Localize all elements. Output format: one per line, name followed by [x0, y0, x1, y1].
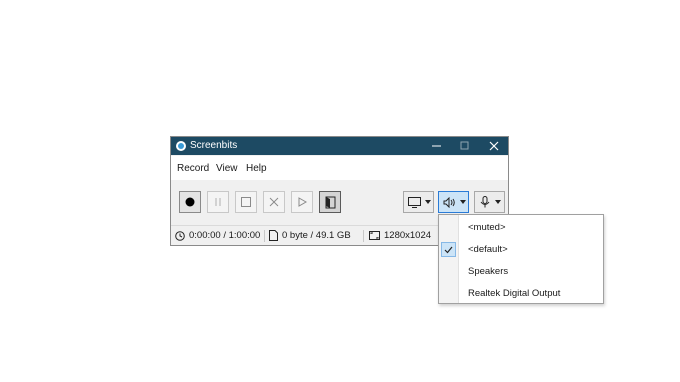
open-folder-button[interactable]	[319, 191, 341, 213]
status-separator	[363, 230, 364, 242]
audio-output-menu: <muted> <default> Speakers Realtek Digit…	[438, 214, 604, 304]
screen-source-dropdown[interactable]	[403, 191, 434, 213]
audio-option-speakers[interactable]: Speakers	[439, 261, 603, 283]
menu-view[interactable]: View	[216, 163, 238, 174]
monitor-icon	[408, 196, 421, 208]
window-title: Screenbits	[190, 140, 238, 151]
audio-option-realtek[interactable]: Realtek Digital Output	[439, 283, 603, 305]
play-button[interactable]	[291, 191, 313, 213]
status-time-value: 0:00:00 / 1:00:00	[189, 230, 261, 241]
chevron-down-icon	[425, 200, 431, 204]
status-size-value: 0 byte / 49.1 GB	[282, 230, 351, 241]
minimize-button[interactable]	[423, 137, 451, 155]
audio-option-label: Speakers	[468, 266, 509, 277]
close-button[interactable]	[480, 137, 508, 155]
title-bar[interactable]: Screenbits	[171, 137, 508, 155]
microphone-dropdown[interactable]	[474, 191, 505, 213]
pause-icon	[215, 198, 221, 206]
maximize-button[interactable]	[451, 137, 479, 155]
chevron-down-icon	[495, 200, 501, 204]
status-resolution-value: 1280x1024	[384, 230, 432, 241]
menu-record[interactable]: Record	[177, 163, 209, 174]
app-logo-icon	[176, 141, 186, 151]
speaker-icon	[443, 196, 455, 208]
menu-help[interactable]: Help	[246, 163, 267, 174]
chevron-down-icon	[460, 200, 466, 204]
microphone-icon	[480, 196, 490, 208]
open-folder-icon	[325, 196, 335, 208]
cancel-icon	[269, 197, 279, 207]
status-separator	[264, 230, 265, 242]
clock-icon	[175, 230, 185, 241]
audio-option-label: Realtek Digital Output	[468, 288, 561, 299]
record-icon	[185, 197, 195, 207]
resolution-icon	[369, 231, 380, 240]
stop-button[interactable]	[235, 191, 257, 213]
pause-button[interactable]	[207, 191, 229, 213]
close-icon	[489, 141, 499, 151]
status-time: 0:00:00 / 1:00:00	[175, 230, 260, 241]
status-resolution: 1280x1024 60	[369, 230, 449, 241]
audio-option-label: <default>	[468, 244, 508, 255]
audio-option-label: <muted>	[468, 222, 506, 233]
menu-bar: Record View Help	[171, 156, 508, 180]
audio-option-muted[interactable]: <muted>	[439, 217, 603, 239]
maximize-icon	[460, 141, 469, 150]
minimize-icon	[432, 145, 441, 147]
play-icon	[298, 197, 307, 207]
audio-option-default[interactable]: <default>	[439, 239, 603, 261]
stop-icon	[241, 197, 251, 207]
status-size: 0 byte / 49.1 GB	[269, 230, 351, 241]
checkmark-icon	[441, 242, 456, 257]
cancel-button[interactable]	[263, 191, 285, 213]
file-icon	[269, 230, 278, 241]
audio-output-dropdown[interactable]	[438, 191, 469, 213]
record-button[interactable]	[179, 191, 201, 213]
